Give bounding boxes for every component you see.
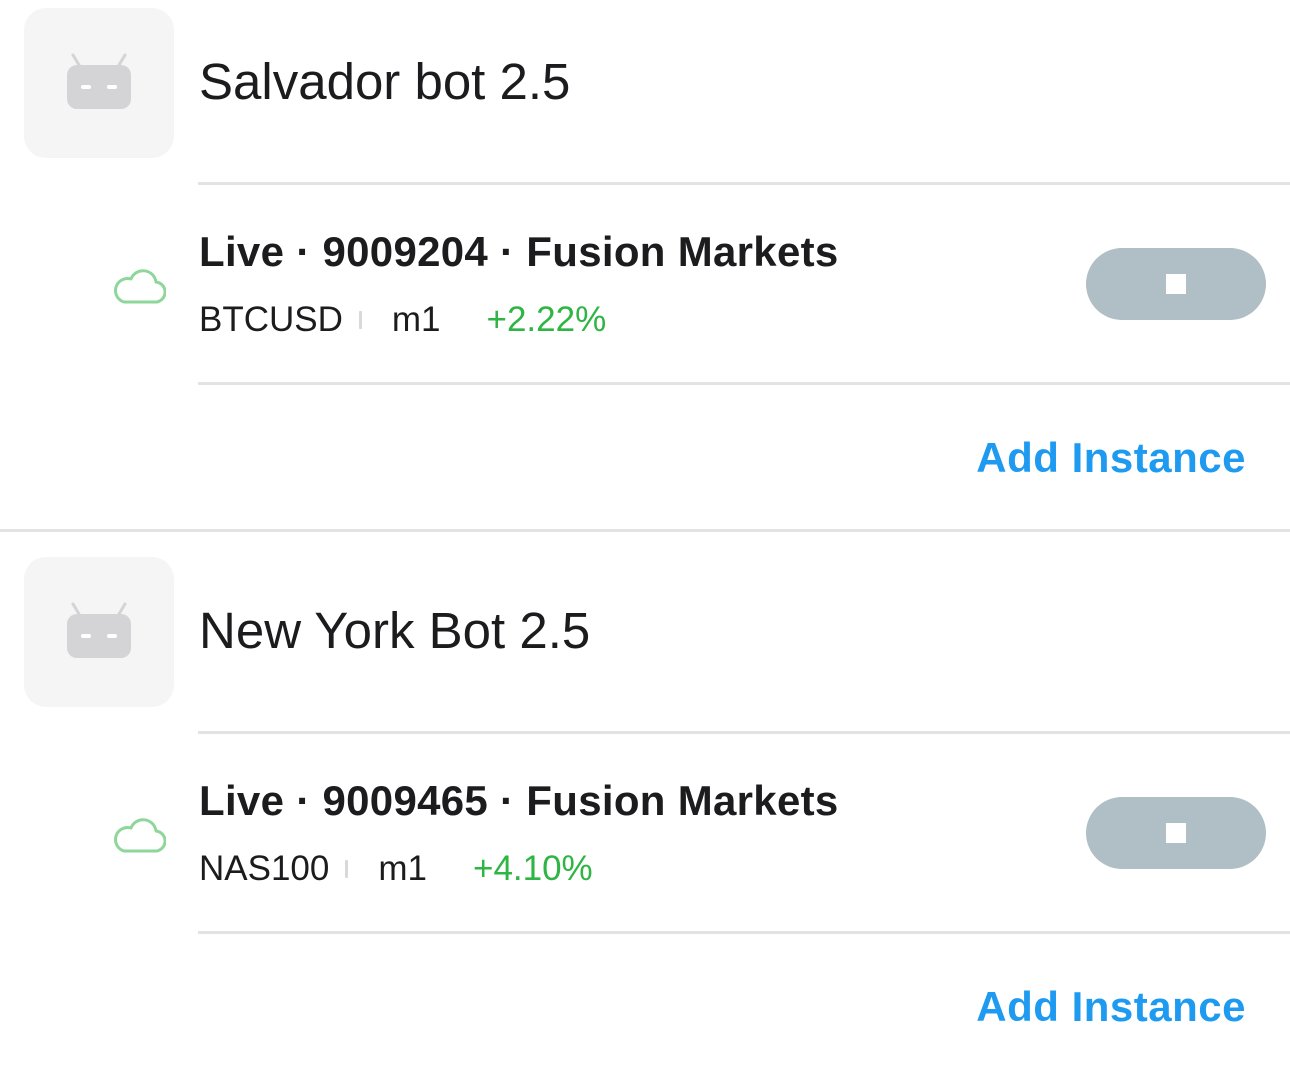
meta-separator — [345, 860, 349, 878]
instance-symbol: BTCUSD — [199, 300, 343, 339]
add-instance-button[interactable]: Add Instance — [976, 982, 1246, 1032]
instance-row[interactable]: Live · 9009204 · Fusion Markets BTCUSD m… — [0, 185, 1290, 385]
instance-meta: BTCUSD m1 +2.22% — [199, 298, 606, 342]
add-instance-button[interactable]: Add Instance — [976, 433, 1246, 483]
instance-title: Live · 9009465 · Fusion Markets — [199, 777, 839, 824]
bot-card: Salvador bot 2.5 Live · 9009204 · Fusion… — [0, 0, 1290, 530]
stop-icon — [1166, 274, 1186, 294]
instance-timeframe: m1 — [378, 849, 427, 888]
instance-timeframe: m1 — [391, 300, 441, 339]
instance-pnl: +4.10% — [473, 849, 593, 888]
cloud-icon — [110, 269, 166, 305]
bot-card: New York Bot 2.5 Live · 9009465 · Fusion… — [0, 549, 1290, 1077]
bot-avatar — [24, 8, 174, 158]
bot-name: Salvador bot 2.5 — [199, 53, 571, 110]
stop-icon — [1166, 823, 1186, 843]
bot-header[interactable]: Salvador bot 2.5 — [0, 0, 1290, 158]
cloud-icon — [110, 818, 166, 854]
instance-symbol: NAS100 — [199, 849, 330, 888]
bot-header[interactable]: New York Bot 2.5 — [0, 549, 1290, 707]
stop-button[interactable] — [1086, 797, 1266, 869]
stop-button[interactable] — [1086, 248, 1266, 320]
section-divider — [0, 529, 1290, 532]
meta-separator — [358, 311, 362, 329]
instance-meta: NAS100 m1 +4.10% — [199, 847, 593, 891]
divider — [198, 382, 1290, 385]
bot-name: New York Bot 2.5 — [199, 602, 591, 659]
instance-row[interactable]: Live · 9009465 · Fusion Markets NAS100 m… — [0, 734, 1290, 934]
robot-icon — [67, 53, 131, 109]
divider — [198, 931, 1290, 934]
instance-pnl: +2.22% — [486, 300, 607, 339]
robot-icon — [67, 602, 131, 658]
instance-title: Live · 9009204 · Fusion Markets — [199, 228, 839, 275]
bot-avatar — [24, 557, 174, 707]
